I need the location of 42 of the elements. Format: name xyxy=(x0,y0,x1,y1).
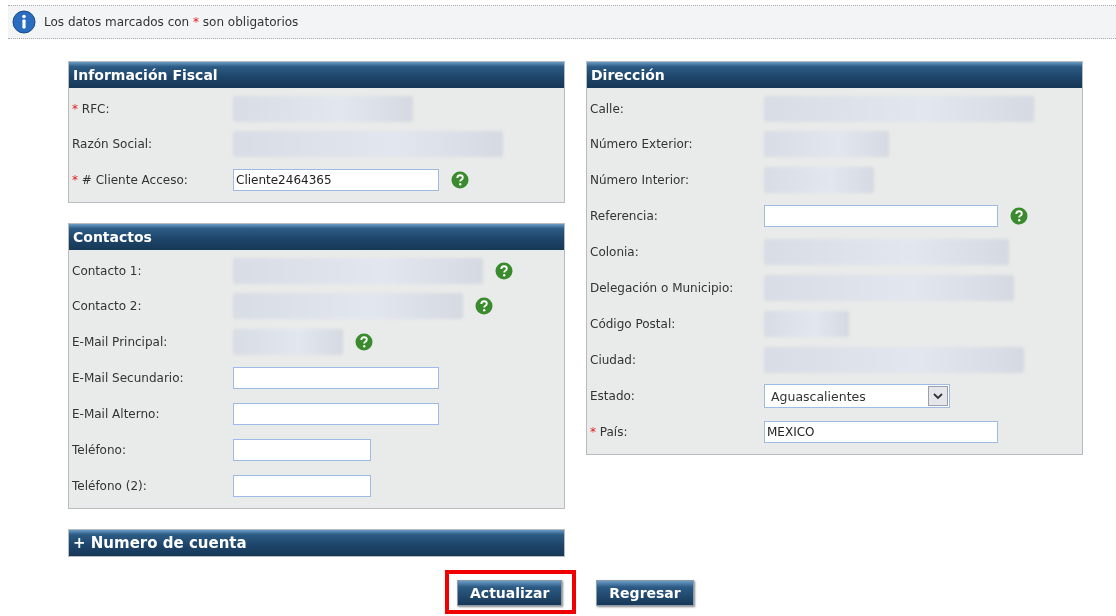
text-field[interactable] xyxy=(233,367,439,389)
panel-header: Contactos xyxy=(69,224,564,250)
field-label: * País: xyxy=(589,425,629,439)
section-header[interactable]: + Numero de cuenta xyxy=(68,529,565,557)
help-icon[interactable] xyxy=(1010,207,1028,225)
field-label: Número Exterior: xyxy=(589,137,694,151)
field-label: Teléfono: xyxy=(71,443,127,457)
field-label: Calle: xyxy=(589,102,625,116)
field-label: * RFC: xyxy=(71,102,111,116)
field-label: Teléfono (2): xyxy=(71,479,148,493)
notice-text: Los datos marcados con * son obligatorios xyxy=(44,15,299,29)
info-icon xyxy=(12,10,36,34)
panel-header: Dirección xyxy=(587,62,1082,88)
field-label: E-Mail Principal: xyxy=(71,335,169,349)
help-icon[interactable] xyxy=(451,171,469,189)
field-label: * # Cliente Acceso: xyxy=(71,173,189,187)
text-field[interactable] xyxy=(233,403,439,425)
form-button[interactable]: Regresar xyxy=(596,580,694,606)
field-label: Razón Social: xyxy=(71,137,154,151)
field-label: Colonia: xyxy=(589,245,640,259)
help-icon[interactable] xyxy=(475,297,493,315)
form-button[interactable]: Actualizar xyxy=(457,580,563,606)
field-label: Contacto 2: xyxy=(71,299,143,313)
text-field[interactable]: MEXICO xyxy=(764,421,998,443)
help-icon[interactable] xyxy=(355,333,373,351)
field-label: Estado: xyxy=(589,389,636,403)
field-label: Delegación o Municipio: xyxy=(589,281,735,295)
help-icon[interactable] xyxy=(495,262,513,280)
panel-header: Información Fiscal xyxy=(69,62,564,88)
field-label: Ciudad: xyxy=(589,353,637,367)
field-label: Número Interior: xyxy=(589,173,691,187)
text-field[interactable]: Cliente2464365 xyxy=(233,169,439,191)
text-field[interactable] xyxy=(764,205,998,227)
field-label: E-Mail Alterno: xyxy=(71,407,161,421)
dropdown[interactable]: Aguascalientes xyxy=(764,384,950,408)
text-field[interactable] xyxy=(233,475,371,497)
field-label: Código Postal: xyxy=(589,317,677,331)
text-field[interactable] xyxy=(233,439,371,461)
caret-icon xyxy=(928,386,948,406)
field-label: Referencia: xyxy=(589,209,659,223)
field-label: E-Mail Secundario: xyxy=(71,371,185,385)
field-label: Contacto 1: xyxy=(71,264,143,278)
